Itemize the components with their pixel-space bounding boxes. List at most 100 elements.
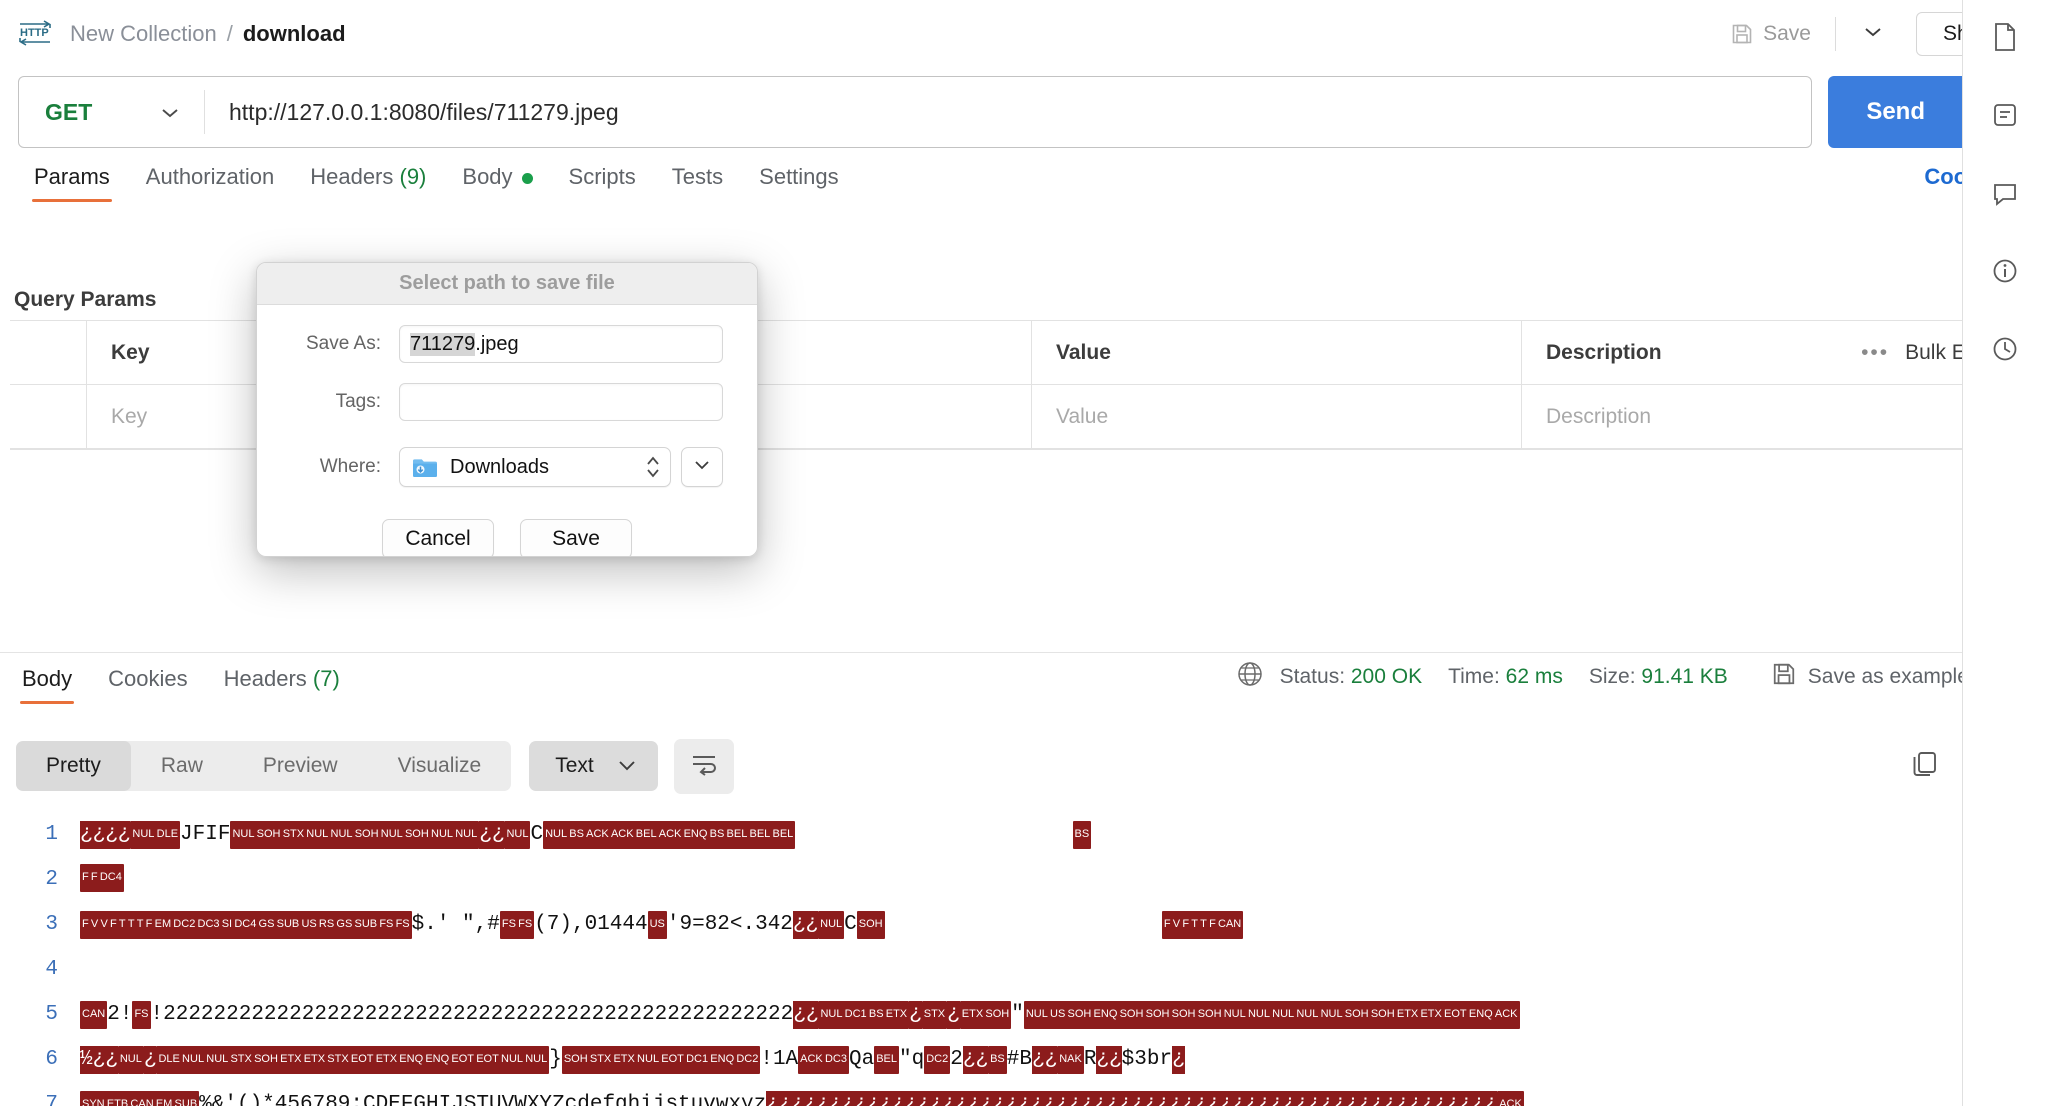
row-value-cell[interactable]: Value — [1032, 385, 1522, 448]
view-mode-visualize[interactable]: Visualize — [368, 741, 512, 791]
view-mode-raw[interactable]: Raw — [131, 741, 233, 791]
save-button[interactable]: Save — [520, 519, 632, 556]
url-input[interactable]: http://127.0.0.1:8080/files/711279.jpeg — [205, 99, 1811, 126]
replacement-char: ¿ — [909, 1000, 922, 1029]
hex-text: (7),01444 — [534, 913, 648, 936]
sidebar-item-clock[interactable] — [1963, 312, 2046, 390]
response-body-viewer[interactable]: 1 2 3 4 5 6 7 8 9 ¿¿¿¿NUL DLEJFIFNUL SOH… — [0, 802, 2044, 1106]
body-modified-dot-icon — [521, 172, 533, 184]
method-selector[interactable]: GET — [19, 77, 204, 147]
tab-params[interactable]: Params — [16, 158, 128, 206]
breadcrumb-collection[interactable]: New Collection — [70, 21, 217, 47]
cancel-button[interactable]: Cancel — [382, 519, 494, 556]
tab-settings[interactable]: Settings — [741, 158, 857, 206]
replacement-char: ¿¿ — [793, 1000, 819, 1029]
response-tab-cookies-label: Cookies — [108, 666, 188, 691]
header-value-cell: Value — [1032, 321, 1522, 384]
save-button[interactable]: Save — [1719, 16, 1823, 52]
hex-line: F V V F T T T F EM DC2 DC3 SI DC4 GS SUB… — [80, 902, 2022, 947]
url-bar: GET http://127.0.0.1:8080/files/711279.j… — [18, 76, 1813, 148]
control-char-badge: SOH STX ETX NUL EOT DC1 ENQ DC2 — [561, 1045, 761, 1074]
breadcrumb-bar: HTTP New Collection / download Save — [0, 0, 2044, 68]
tab-body[interactable]: Body — [444, 158, 550, 206]
view-mode-segmented: Pretty Raw Preview Visualize — [16, 741, 512, 791]
tab-scripts[interactable]: Scripts — [551, 158, 654, 206]
sidebar-item-document[interactable] — [1963, 0, 2046, 78]
hex-text: } — [549, 1048, 562, 1071]
replacement-char: ¿ — [1172, 1045, 1185, 1074]
tab-authorization[interactable]: Authorization — [128, 158, 292, 206]
tab-headers-label: Headers — [310, 164, 394, 189]
row-value-placeholder: Value — [1056, 404, 1109, 428]
row-description-placeholder: Description — [1546, 404, 1652, 428]
wrap-lines-icon — [690, 751, 718, 782]
where-expand-button[interactable] — [681, 447, 723, 487]
control-char-badge: FS — [132, 1000, 151, 1029]
save-as-example-button[interactable]: Save as example — [1772, 662, 1969, 692]
view-mode-visualize-label: Visualize — [397, 754, 482, 777]
save-as-input[interactable]: 711279 .jpeg — [399, 325, 723, 363]
control-char-badge: NUL DLE — [130, 820, 181, 849]
view-mode-pretty-label: Pretty — [46, 754, 101, 777]
breadcrumb-request-name[interactable]: download — [243, 21, 346, 47]
view-mode-preview[interactable]: Preview — [233, 741, 368, 791]
status-label: Status: — [1279, 664, 1346, 688]
sidebar-item-comment[interactable] — [1963, 156, 2046, 234]
hex-line: SYN ETB CAN EM SUB%&'()*456789:CDEFGHIJS… — [80, 1082, 2022, 1106]
wrap-lines-button[interactable] — [673, 738, 734, 794]
where-select[interactable]: Downloads — [399, 447, 671, 487]
save-button-label: Save — [552, 527, 600, 550]
response-tabs: Body Cookies Headers (7) Status: 200 OK … — [0, 660, 2044, 722]
query-params-title: Query Params — [14, 288, 157, 311]
sidebar-item-info[interactable] — [1963, 234, 2046, 312]
where-label: Where: — [319, 456, 381, 477]
tab-headers-count: (9) — [399, 164, 427, 189]
response-tab-body[interactable]: Body — [4, 660, 90, 708]
hex-text: " — [1011, 1003, 1024, 1026]
header-divider — [1834, 17, 1836, 51]
save-options-button[interactable] — [1848, 19, 1898, 50]
control-char-badge: NUL BS ACK ACK BEL ACK ENQ BS BEL BEL BE… — [543, 820, 796, 849]
postman-window: HTTP New Collection / download Save GET … — [0, 0, 2046, 1106]
replacement-char: ¿ — [947, 1000, 960, 1029]
info-icon — [1991, 257, 2019, 290]
size-badge: Size: 91.41 KB — [1589, 665, 1728, 689]
send-button[interactable]: Send — [1828, 76, 1963, 148]
save-as-selected-text: 711279 — [410, 332, 476, 356]
response-tab-headers[interactable]: Headers (7) — [206, 660, 358, 708]
save-dialog-buttons: Cancel Save — [257, 519, 757, 556]
control-char-badge: BEL — [874, 1045, 899, 1074]
row-description-cell[interactable]: Description — [1522, 385, 2002, 448]
response-tab-cookies[interactable]: Cookies — [90, 660, 205, 708]
tags-input[interactable] — [399, 383, 723, 421]
hex-text: JFIF — [180, 823, 231, 846]
control-char-badge: NUL US SOH ENQ SOH SOH SOH SOH NUL NUL N… — [1023, 1000, 1520, 1029]
time-label: Time: — [1448, 664, 1500, 688]
control-char-badge: NUL — [117, 1045, 144, 1074]
more-options-icon[interactable]: ••• — [1861, 341, 1889, 365]
copy-icon[interactable] — [1910, 749, 1940, 784]
floppy-disk-icon — [1772, 662, 1796, 692]
updown-stepper-icon[interactable] — [644, 454, 662, 480]
hex-line: CAN2! FS!22222222222222222222222222222222… — [80, 992, 2022, 1037]
hex-text: !1A — [760, 1048, 799, 1071]
size-label: Size: — [1588, 664, 1636, 688]
time-value: 62 ms — [1505, 664, 1563, 688]
save-as-extension-text: .jpeg — [475, 332, 519, 355]
tab-tests[interactable]: Tests — [654, 158, 741, 206]
response-tab-headers-count: (7) — [312, 666, 340, 691]
row-key-placeholder: Key — [111, 404, 148, 428]
replacement-char: ¿¿ — [1096, 1045, 1122, 1074]
sidebar-item-code[interactable] — [1963, 78, 2046, 156]
content-type-label: Text — [555, 754, 594, 777]
chevron-down-icon — [158, 99, 182, 126]
replacement-char: ¿¿¿¿¿¿¿¿¿¿¿¿¿¿¿¿¿¿¿¿¿¿¿¿¿¿¿¿¿¿¿¿¿¿¿¿¿¿¿¿… — [766, 1090, 1498, 1106]
tab-headers[interactable]: Headers (9) — [292, 158, 444, 206]
control-char-badge: NUL — [818, 910, 845, 939]
content-type-selector[interactable]: Text — [529, 741, 658, 791]
tags-label: Tags: — [335, 391, 381, 412]
document-icon — [1991, 22, 2019, 57]
view-mode-pretty[interactable]: Pretty — [16, 741, 131, 791]
save-file-dialog: Select path to save file Save As: 711279… — [256, 262, 758, 557]
row-checkbox-cell[interactable] — [10, 385, 87, 448]
